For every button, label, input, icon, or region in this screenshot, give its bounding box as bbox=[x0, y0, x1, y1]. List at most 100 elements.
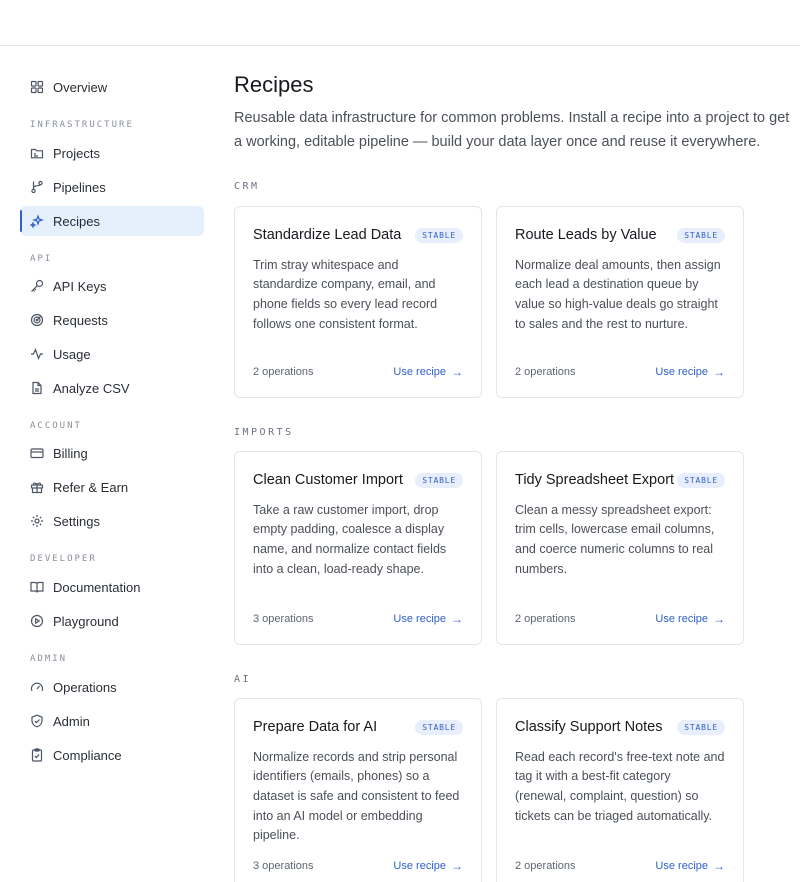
recipe-description: Take a raw customer import, drop empty p… bbox=[253, 502, 447, 576]
clipboard-check-icon bbox=[30, 748, 44, 762]
top-bar bbox=[0, 0, 800, 46]
use-recipe-label: Use recipe bbox=[655, 366, 708, 378]
operations-count: 2 operations bbox=[253, 366, 314, 378]
recipe-card: Tidy Spreadsheet Export STABLE Clean a m… bbox=[496, 451, 744, 645]
recipe-card: Prepare Data for AI STABLE Normalize rec… bbox=[234, 698, 482, 882]
play-circle-icon bbox=[30, 614, 44, 628]
status-badge: STABLE bbox=[677, 228, 725, 244]
sidebar-item-refer-earn[interactable]: Refer & Earn bbox=[20, 472, 204, 502]
gauge-icon bbox=[30, 680, 44, 694]
credit-card-icon bbox=[30, 446, 44, 460]
sidebar-item-label: Analyze CSV bbox=[53, 380, 130, 396]
book-icon bbox=[30, 580, 44, 594]
arrow-right-icon: → bbox=[713, 612, 725, 626]
sidebar-item-label: Playground bbox=[53, 613, 119, 629]
recipe-title: Classify Support Notes bbox=[515, 719, 663, 735]
sparkles-icon bbox=[30, 214, 44, 228]
sidebar-item-playground[interactable]: Playground bbox=[20, 606, 204, 636]
sidebar-item-label: Refer & Earn bbox=[53, 479, 129, 495]
sidebar-item-pipelines[interactable]: Pipelines bbox=[20, 172, 204, 202]
arrow-right-icon: → bbox=[713, 859, 725, 873]
shield-check-icon bbox=[30, 714, 44, 728]
gear-icon bbox=[30, 514, 44, 528]
sidebar-item-label: Requests bbox=[53, 312, 108, 328]
sidebar-item-api-keys[interactable]: API Keys bbox=[20, 271, 204, 301]
sidebar-item-recipes[interactable]: Recipes bbox=[20, 206, 204, 236]
operations-count: 3 operations bbox=[253, 613, 314, 625]
sidebar-item-label: Operations bbox=[53, 679, 117, 695]
section-label-api: API bbox=[30, 254, 53, 264]
grid-icon bbox=[30, 80, 44, 94]
status-badge: STABLE bbox=[415, 720, 463, 736]
sidebar-item-admin[interactable]: Admin bbox=[20, 706, 204, 736]
recipe-description: Normalize deal amounts, then assign each… bbox=[515, 257, 721, 331]
status-badge: STABLE bbox=[415, 473, 463, 489]
use-recipe-label: Use recipe bbox=[393, 860, 446, 872]
sidebar-item-label: Compliance bbox=[53, 747, 122, 763]
branch-icon bbox=[30, 180, 44, 194]
operations-count: 3 operations bbox=[253, 860, 314, 872]
arrow-right-icon: → bbox=[451, 612, 463, 626]
recipe-card: Route Leads by Value STABLE Normalize de… bbox=[496, 206, 744, 398]
sidebar-item-overview[interactable]: Overview bbox=[20, 72, 204, 102]
radar-icon bbox=[30, 313, 44, 327]
use-recipe-link[interactable]: Use recipe → bbox=[655, 859, 725, 873]
recipe-description: Clean a messy spreadsheet export: trim c… bbox=[515, 502, 715, 576]
key-icon bbox=[30, 279, 44, 293]
status-badge: STABLE bbox=[415, 228, 463, 244]
status-badge: STABLE bbox=[677, 473, 725, 489]
use-recipe-link[interactable]: Use recipe → bbox=[655, 365, 725, 379]
sidebar-item-label: Admin bbox=[53, 713, 90, 729]
page-title: Recipes bbox=[234, 72, 314, 97]
sidebar-item-label: Projects bbox=[53, 145, 100, 161]
use-recipe-label: Use recipe bbox=[393, 613, 446, 625]
page-description: Reusable data infrastructure for common … bbox=[234, 110, 790, 150]
use-recipe-link[interactable]: Use recipe → bbox=[655, 612, 725, 626]
sidebar-item-operations[interactable]: Operations bbox=[20, 672, 204, 702]
sidebar-item-label: Pipelines bbox=[53, 179, 106, 195]
file-icon bbox=[30, 381, 44, 395]
use-recipe-label: Use recipe bbox=[655, 860, 708, 872]
recipe-description: Read each record's free-text note and ta… bbox=[515, 749, 725, 823]
recipe-description: Normalize records and strip personal ide… bbox=[253, 749, 460, 843]
sidebar-item-settings[interactable]: Settings bbox=[20, 506, 204, 536]
gift-icon bbox=[30, 480, 44, 494]
use-recipe-link[interactable]: Use recipe → bbox=[393, 365, 463, 379]
arrow-right-icon: → bbox=[713, 365, 725, 379]
category-label-ai: AI bbox=[234, 674, 252, 685]
folder-icon bbox=[30, 146, 44, 160]
sidebar-item-documentation[interactable]: Documentation bbox=[20, 572, 204, 602]
sidebar-item-label: Overview bbox=[53, 79, 108, 95]
use-recipe-label: Use recipe bbox=[655, 613, 708, 625]
sidebar-item-requests[interactable]: Requests bbox=[20, 305, 204, 335]
recipe-title: Route Leads by Value bbox=[515, 227, 657, 243]
category-label-imports: IMPORTS bbox=[234, 427, 294, 438]
sidebar-item-projects[interactable]: Projects bbox=[20, 138, 204, 168]
operations-count: 2 operations bbox=[515, 366, 576, 378]
status-badge: STABLE bbox=[677, 720, 725, 736]
recipe-title: Tidy Spreadsheet Export bbox=[515, 472, 675, 488]
sidebar-item-label: API Keys bbox=[53, 278, 107, 294]
use-recipe-label: Use recipe bbox=[393, 366, 446, 378]
arrow-right-icon: → bbox=[451, 859, 463, 873]
operations-count: 2 operations bbox=[515, 613, 576, 625]
recipe-title: Standardize Lead Data bbox=[253, 227, 402, 243]
sidebar-item-billing[interactable]: Billing bbox=[20, 438, 204, 468]
sidebar-item-analyze-csv[interactable]: Analyze CSV bbox=[20, 373, 204, 403]
section-label-infrastructure: INFRASTRUCTURE bbox=[30, 120, 134, 130]
use-recipe-link[interactable]: Use recipe → bbox=[393, 612, 463, 626]
recipe-card: Classify Support Notes STABLE Read each … bbox=[496, 698, 744, 882]
arrow-right-icon: → bbox=[451, 365, 463, 379]
use-recipe-link[interactable]: Use recipe → bbox=[393, 859, 463, 873]
sidebar-item-compliance[interactable]: Compliance bbox=[20, 740, 204, 770]
recipe-title: Clean Customer Import bbox=[253, 472, 403, 488]
section-label-admin: ADMIN bbox=[30, 654, 68, 664]
sidebar-item-label: Billing bbox=[53, 445, 88, 461]
sidebar-item-label: Recipes bbox=[53, 213, 100, 229]
category-label-crm: CRM bbox=[234, 181, 260, 192]
sidebar-item-usage[interactable]: Usage bbox=[20, 339, 204, 369]
section-label-developer: DEVELOPER bbox=[30, 554, 97, 564]
sidebar-item-label: Usage bbox=[53, 346, 91, 362]
activity-icon bbox=[30, 347, 44, 361]
sidebar-item-label: Settings bbox=[53, 513, 100, 529]
